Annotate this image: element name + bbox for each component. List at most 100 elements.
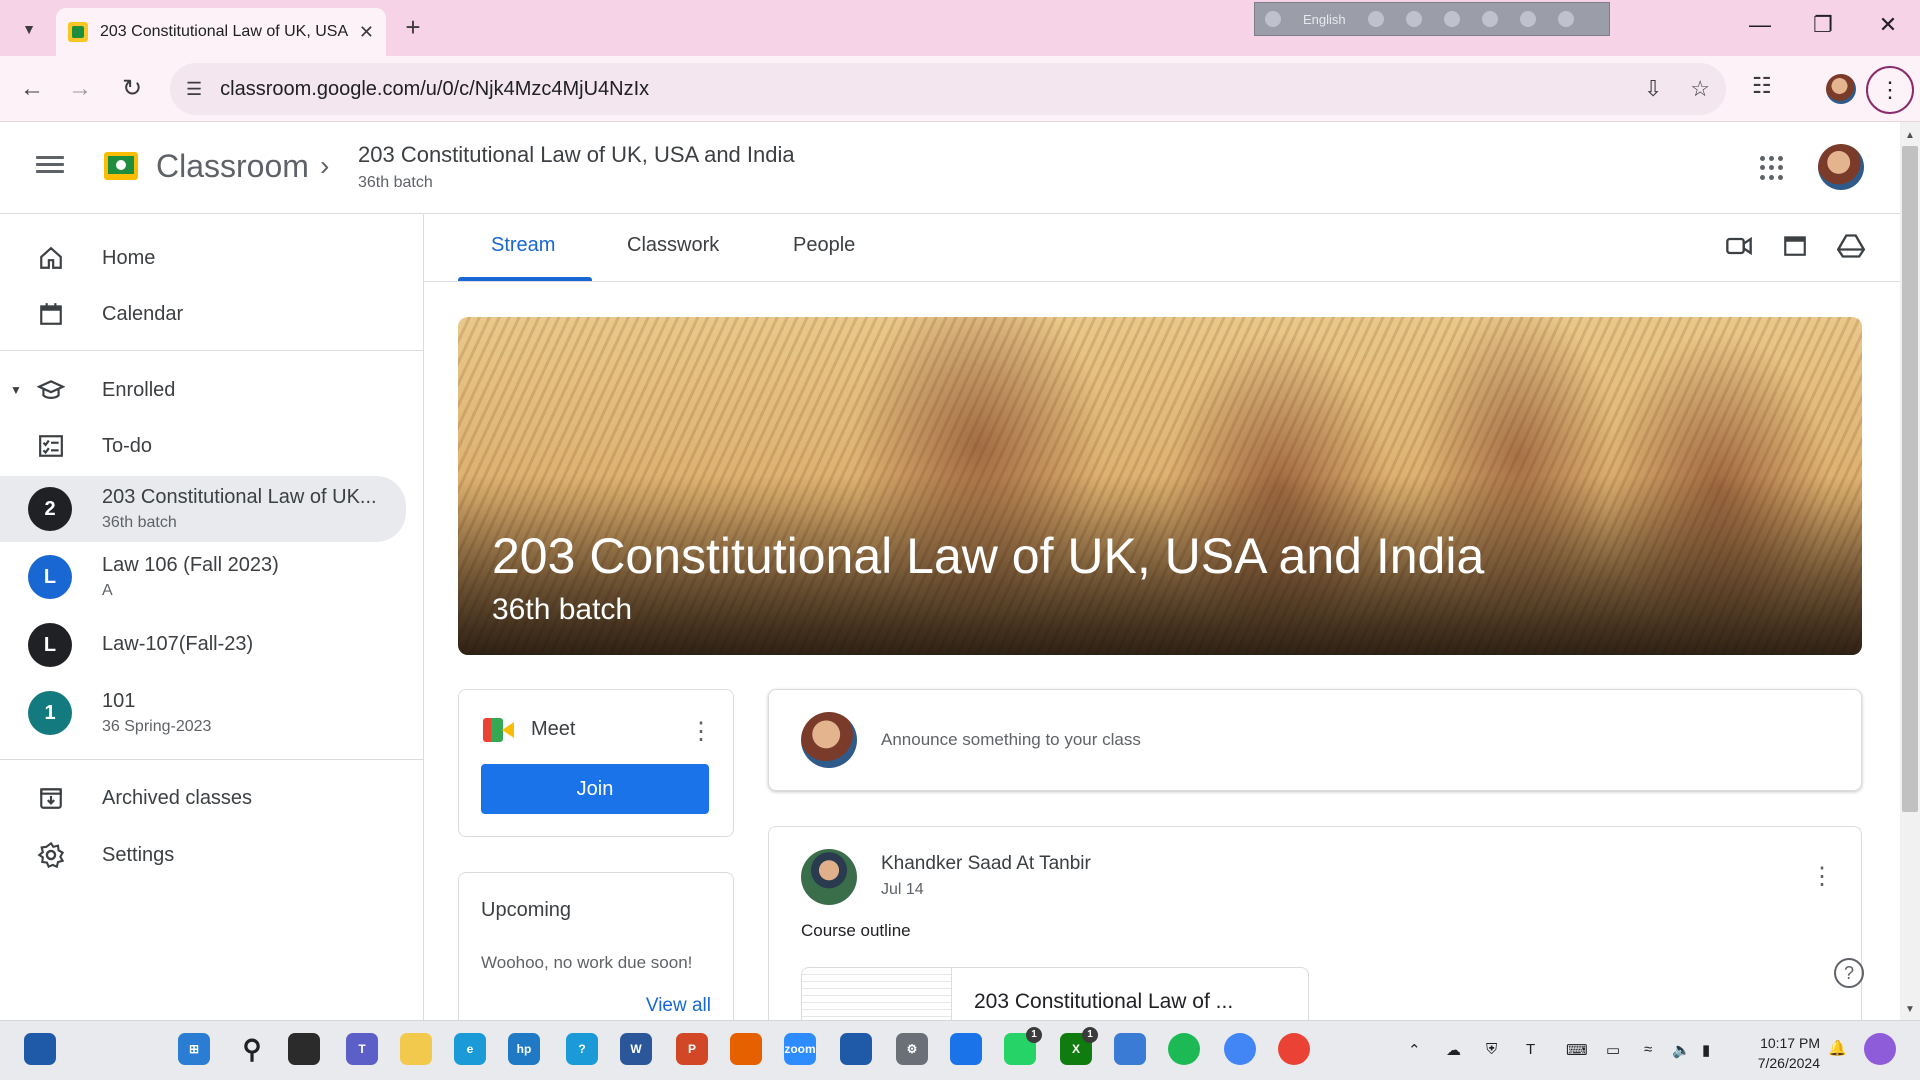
zoom-icon[interactable]: zoom — [784, 1033, 816, 1065]
window-close-icon[interactable]: ✕ — [1868, 12, 1908, 38]
language-label[interactable]: English — [1303, 12, 1346, 27]
tab-people[interactable]: People — [793, 234, 855, 257]
class-initial-avatar: L — [28, 623, 72, 667]
main-menu-icon[interactable] — [36, 152, 64, 180]
chrome-icon[interactable] — [1224, 1033, 1256, 1065]
ie-icon[interactable] — [1481, 11, 1498, 27]
classroom-logo-icon[interactable] — [104, 152, 138, 180]
announce-card[interactable]: Announce something to your class — [768, 689, 1862, 791]
announce-placeholder[interactable]: Announce something to your class — [881, 730, 1141, 750]
wifi-icon[interactable]: ≈ — [1644, 1041, 1652, 1058]
photos-icon[interactable] — [1114, 1033, 1146, 1065]
browser-profile-avatar[interactable] — [1826, 74, 1856, 104]
sidebar-class-101[interactable]: 1 101 36 Spring-2023 — [0, 680, 406, 746]
sidebar-class-law107[interactable]: L Law-107(Fall-23) — [0, 612, 406, 678]
restore-icon[interactable]: ❐ — [1803, 12, 1843, 38]
post-options-kebab-icon[interactable]: ⋮ — [1810, 865, 1834, 889]
scrollbar-thumb[interactable] — [1902, 146, 1918, 812]
get-help-icon[interactable]: ? — [566, 1033, 598, 1065]
whatsapp-badge: 1 — [1026, 1027, 1042, 1043]
tab-search-chevron-icon[interactable]: ▼ — [14, 14, 44, 44]
battery-icon[interactable]: ▮ — [1702, 1041, 1710, 1059]
task-view-icon[interactable] — [288, 1033, 320, 1065]
xbox-badge: 1 — [1082, 1027, 1098, 1043]
help-small-icon[interactable] — [1519, 11, 1536, 27]
close-tab-icon[interactable]: ✕ — [359, 22, 374, 43]
browser-tab[interactable]: 203 Constitutional Law of UK, USA ✕ — [56, 8, 386, 56]
spotify-icon[interactable] — [1168, 1033, 1200, 1065]
bookmark-star-icon[interactable]: ☆ — [1690, 76, 1710, 102]
volume-icon[interactable]: 🔈 — [1672, 1041, 1691, 1059]
meet-options-kebab-icon[interactable]: ⋮ — [689, 720, 713, 744]
firefox-icon[interactable] — [730, 1033, 762, 1065]
caret-down-icon[interactable]: ▼ — [10, 383, 22, 397]
chrome-profile-icon[interactable] — [1278, 1033, 1310, 1065]
extensions-puzzle-icon[interactable]: ☷ — [1752, 73, 1772, 99]
browser-menu-kebab-icon[interactable]: ⋮ — [1866, 66, 1914, 114]
sidebar-item-settings[interactable]: Settings — [0, 827, 406, 883]
new-tab-plus-icon[interactable]: + — [398, 12, 428, 43]
classroom-app-name[interactable]: Classroom — [156, 148, 309, 185]
microsoft-store-icon[interactable] — [840, 1033, 872, 1065]
sidebar-class-203[interactable]: 2 203 Constitutional Law of UK... 36th b… — [0, 476, 406, 542]
myhp-icon[interactable]: hp — [508, 1033, 540, 1065]
widgets-icon[interactable] — [24, 1033, 56, 1065]
powerpoint-icon[interactable]: P — [676, 1033, 708, 1065]
minimize-icon[interactable]: — — [1740, 12, 1780, 38]
security-shield-icon[interactable]: ⛨ — [1486, 1041, 1497, 1058]
keyboard-icon[interactable]: ⌨ — [1566, 1041, 1588, 1059]
tab-classwork[interactable]: Classwork — [627, 234, 719, 257]
info-icon[interactable] — [1557, 11, 1574, 27]
notification-bell-icon[interactable]: 🔔 — [1828, 1039, 1847, 1057]
scroll-down-arrow-icon[interactable]: ▼ — [1900, 1000, 1920, 1020]
edge-icon[interactable]: e — [454, 1033, 486, 1065]
video-camera-icon[interactable] — [1723, 232, 1755, 264]
windows-start-icon[interactable]: ⊞ — [178, 1033, 210, 1065]
copilot-icon[interactable] — [1864, 1033, 1896, 1065]
forward-arrow-icon[interactable]: → — [64, 73, 96, 105]
whatsapp-icon[interactable]: 1 — [1004, 1027, 1042, 1065]
chevron-right-icon: › — [320, 150, 330, 181]
clock-date: 7/26/2024 — [1757, 1055, 1820, 1071]
sidebar-item-enrolled[interactable]: ▼ Enrolled — [0, 362, 406, 418]
settings-gear-icon[interactable]: ⚙ — [896, 1033, 928, 1065]
view-all-link[interactable]: View all — [646, 995, 711, 1017]
account-avatar[interactable] — [1818, 144, 1864, 190]
chevron-up-icon[interactable]: ⌃ — [1408, 1041, 1421, 1059]
join-button[interactable]: Join — [481, 764, 709, 814]
xbox-icon[interactable]: X 1 — [1060, 1027, 1098, 1065]
sidebar-item-archived[interactable]: Archived classes — [0, 770, 406, 826]
sidebar-item-todo[interactable]: To-do — [0, 418, 406, 474]
ime-icon[interactable] — [1265, 11, 1281, 27]
drive-icon[interactable] — [1835, 232, 1867, 264]
class-name: 203 Constitutional Law of UK... — [102, 486, 377, 508]
sidebar-item-calendar[interactable]: Calendar — [0, 286, 406, 342]
calendar-icon[interactable] — [1779, 232, 1811, 264]
search-icon[interactable]: ⚲ — [236, 1033, 268, 1065]
url-text[interactable]: classroom.google.com/u/0/c/Njk4Mzc4MjU4N… — [220, 78, 1616, 101]
sidebar-item-home[interactable]: Home — [0, 230, 406, 286]
onedrive-cloud-icon[interactable]: ☁ — [1446, 1041, 1461, 1059]
gear-icon[interactable] — [1443, 11, 1460, 27]
site-info-icon[interactable]: ☰ — [186, 79, 202, 100]
display-icon[interactable]: ▭ — [1606, 1041, 1620, 1059]
teams-icon[interactable]: T — [346, 1033, 378, 1065]
settings-small-icon[interactable] — [1405, 11, 1422, 27]
reload-icon[interactable]: ↻ — [116, 73, 148, 105]
classroom-favicon-icon — [68, 22, 88, 42]
help-icon[interactable]: ? — [1834, 958, 1864, 988]
sidebar-divider — [0, 350, 424, 351]
teams-tray-icon[interactable]: T — [1526, 1041, 1535, 1058]
defender-shield-icon[interactable] — [950, 1033, 982, 1065]
google-apps-grid-icon[interactable] — [1760, 156, 1784, 180]
keyboard-icon[interactable] — [1367, 11, 1384, 27]
scroll-up-arrow-icon[interactable]: ▲ — [1900, 126, 1920, 146]
sidebar-class-law106[interactable]: L Law 106 (Fall 2023) A — [0, 544, 406, 610]
taskbar-clock[interactable]: 10:17 PM 7/26/2024 — [1740, 1033, 1820, 1073]
file-explorer-icon[interactable] — [400, 1033, 432, 1065]
back-arrow-icon[interactable]: ← — [16, 73, 48, 105]
word-icon[interactable]: W — [620, 1033, 652, 1065]
tab-stream[interactable]: Stream — [491, 234, 555, 257]
install-app-icon[interactable]: ⇩ — [1644, 76, 1662, 102]
omnibox[interactable]: ☰ classroom.google.com/u/0/c/Njk4Mzc4MjU… — [170, 63, 1726, 115]
